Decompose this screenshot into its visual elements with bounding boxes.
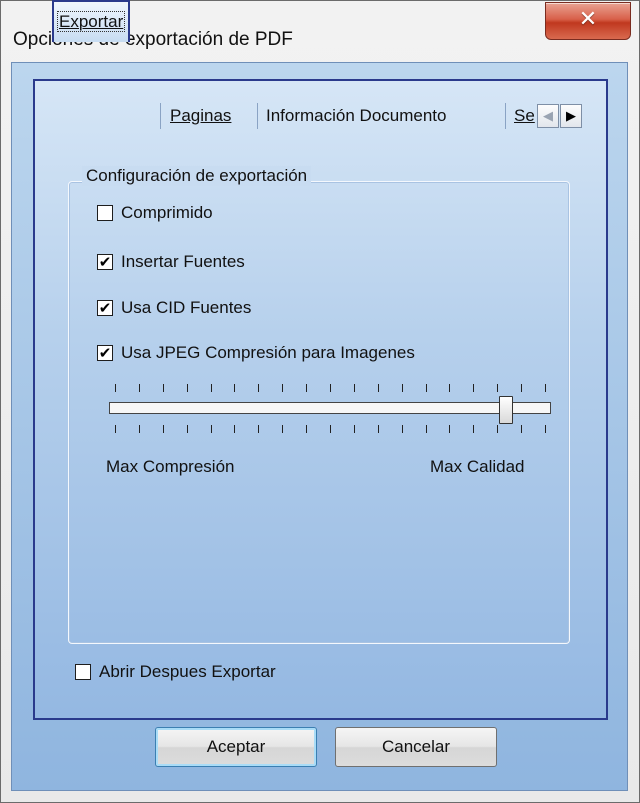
slider-tick xyxy=(521,384,522,392)
slider-max-label: Max Calidad xyxy=(430,457,525,476)
slider-tick xyxy=(545,425,546,433)
arrow-left-icon: ◀ xyxy=(543,108,553,123)
tab-divider xyxy=(160,103,161,129)
slider-tick xyxy=(258,384,259,392)
tab-paginas[interactable]: Paginas xyxy=(166,99,235,133)
slider-tick xyxy=(163,425,164,433)
usa-cid-fuentes-label: Usa CID Fuentes xyxy=(121,298,252,317)
close-button[interactable]: ✕ xyxy=(545,2,631,40)
slider-tick xyxy=(211,425,212,433)
slider-tick xyxy=(258,425,259,433)
tab-divider xyxy=(257,103,258,129)
usa-jpeg-compresion-label: Usa JPEG Compresión para Imagenes xyxy=(121,343,415,362)
slider-tick xyxy=(187,425,188,433)
slider-tick xyxy=(402,425,403,433)
slider-tick xyxy=(282,384,283,392)
tab-informacion-documento[interactable]: Información Documento xyxy=(262,99,450,133)
abrir-despues-exportar-label: Abrir Despues Exportar xyxy=(99,662,276,681)
slider-tick xyxy=(330,425,331,433)
cancel-button[interactable]: Cancelar xyxy=(335,727,497,767)
insertar-fuentes-label: Insertar Fuentes xyxy=(121,252,245,271)
slider-tick xyxy=(139,425,140,433)
slider-tick xyxy=(330,384,331,392)
tab-exportar-label: Exportar xyxy=(56,11,126,32)
slider-tick xyxy=(354,425,355,433)
tab-divider xyxy=(505,103,506,129)
slider-tick xyxy=(354,384,355,392)
slider-tick xyxy=(497,384,498,392)
quality-slider-thumb[interactable] xyxy=(499,396,513,424)
tab-exportar[interactable]: Exportar xyxy=(52,0,131,42)
insertar-fuentes-checkbox[interactable]: ✔ xyxy=(97,254,113,270)
slider-tick xyxy=(115,425,116,433)
comprimido-checkbox[interactable] xyxy=(97,205,113,221)
usa-jpeg-compresion-checkbox[interactable]: ✔ xyxy=(97,345,113,361)
slider-min-label: Max Compresión xyxy=(106,457,235,476)
slider-tick xyxy=(211,384,212,392)
arrow-right-icon: ▶ xyxy=(566,108,576,123)
tab-scroll-right-button[interactable]: ▶ xyxy=(560,104,582,128)
slider-tick xyxy=(521,425,522,433)
accept-button[interactable]: Aceptar xyxy=(155,727,317,767)
slider-tick xyxy=(306,425,307,433)
slider-tick xyxy=(473,384,474,392)
slider-tick xyxy=(282,425,283,433)
slider-tick xyxy=(426,425,427,433)
slider-tick xyxy=(378,384,379,392)
slider-tick xyxy=(306,384,307,392)
slider-tick xyxy=(545,384,546,392)
slider-tick xyxy=(497,425,498,433)
slider-tick xyxy=(139,384,140,392)
slider-tick xyxy=(449,425,450,433)
comprimido-label: Comprimido xyxy=(121,203,213,222)
slider-tick xyxy=(473,425,474,433)
slider-tick xyxy=(115,384,116,392)
slider-tick xyxy=(449,384,450,392)
slider-tick xyxy=(426,384,427,392)
slider-tick xyxy=(234,384,235,392)
close-icon: ✕ xyxy=(578,7,598,32)
slider-tick xyxy=(402,384,403,392)
slider-tick xyxy=(234,425,235,433)
tab-scroll-left-button[interactable]: ◀ xyxy=(537,104,559,128)
usa-cid-fuentes-checkbox[interactable]: ✔ xyxy=(97,300,113,316)
tab-seguridad-label: Se xyxy=(514,106,535,125)
abrir-despues-exportar-checkbox[interactable] xyxy=(75,664,91,680)
export-settings-group-title: Configuración de exportación xyxy=(82,166,312,186)
tab-informacion-documento-label: Información Documento xyxy=(266,106,447,125)
slider-tick xyxy=(163,384,164,392)
slider-tick xyxy=(378,425,379,433)
tab-paginas-label: Paginas xyxy=(170,106,232,125)
slider-tick xyxy=(187,384,188,392)
quality-slider-track[interactable] xyxy=(109,402,551,414)
